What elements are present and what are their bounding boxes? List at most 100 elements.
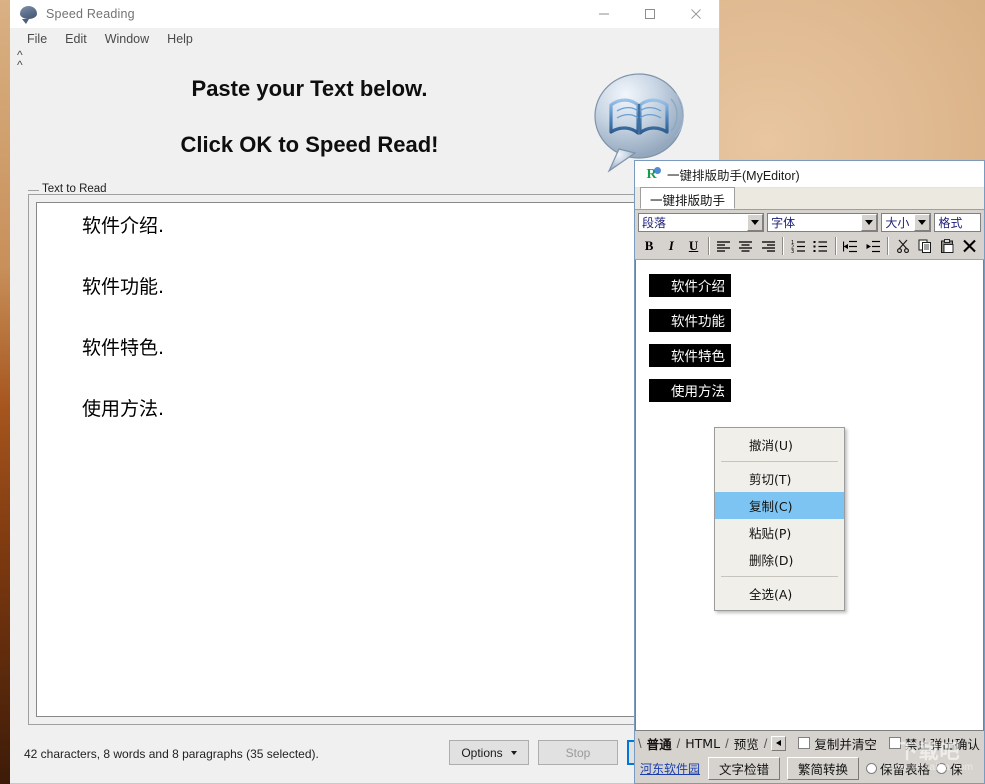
tab-yijian-paiban[interactable]: 一键排版助手 (640, 187, 736, 209)
sheet-tab-row: \ 普通 / HTML / 预览 / 复制并清空 禁止弹出确认 (638, 733, 981, 753)
myeditor-titlebar: R 一键排版助手(MyEditor) (635, 161, 984, 188)
paragraph-select-value: 段落 (642, 216, 667, 230)
text-line: 软件功能. (82, 276, 165, 298)
toolbar-row-combos: 段落 字体 大小 格式 (638, 213, 981, 232)
sheet-tab-normal[interactable]: 普通 (642, 734, 677, 753)
context-menu-item-undo[interactable]: 撤消(U) (715, 431, 844, 458)
traditional-simplified-convert-button[interactable]: 繁简转换 (787, 757, 860, 780)
maximize-icon[interactable] (627, 0, 673, 28)
myeditor-bottom-panel: \ 普通 / HTML / 预览 / 复制并清空 禁止弹出确认 河东软件园 文字… (635, 731, 984, 783)
align-left-icon[interactable] (713, 236, 735, 257)
text-line: 软件介绍. (82, 215, 165, 237)
radio-keep-table[interactable]: 保留表格 (866, 759, 930, 778)
tab-scroll-left-button[interactable] (771, 735, 787, 751)
chevron-down-icon (510, 750, 517, 755)
checkbox-disable-confirm[interactable]: 禁止弹出确认 (888, 734, 980, 753)
context-menu-item-paste[interactable]: 粘贴(P) (715, 519, 844, 546)
sheet-tab-preview[interactable]: 预览 (729, 734, 764, 753)
text-check-button[interactable]: 文字检错 (708, 757, 781, 780)
speech-bubble-icon (20, 6, 38, 22)
minimize-icon[interactable] (581, 0, 627, 28)
context-menu-item-cut[interactable]: 剪切(T) (715, 465, 844, 492)
checkbox-copy-and-clear[interactable]: 复制并清空 (798, 734, 877, 753)
underline-button[interactable]: U (682, 236, 704, 257)
context-menu-item-copy[interactable]: 复制(C) (715, 492, 844, 519)
text-line: 使用方法. (82, 398, 165, 420)
toolbar-divider (782, 237, 785, 255)
toolbar-divider (707, 237, 710, 255)
font-select[interactable]: 字体 (767, 213, 879, 232)
window-controls (581, 0, 719, 28)
chevron-down-icon (914, 214, 931, 231)
radio-keep-second[interactable]: 保 (936, 759, 963, 778)
checkbox-label: 禁止弹出确认 (904, 736, 980, 752)
size-select[interactable]: 大小 (881, 213, 932, 232)
radio-label: 保留表格 (880, 762, 931, 777)
myeditor-content-area[interactable]: 软件介绍 软件功能 软件特色 使用方法 撤消(U) 剪切(T) 复制(C) 粘贴… (635, 260, 984, 731)
unordered-list-icon[interactable] (810, 236, 832, 257)
checkbox-box (888, 737, 901, 749)
context-menu-item-select-all[interactable]: 全选(A) (715, 580, 844, 607)
selected-text-line: 软件介绍 (649, 274, 731, 297)
selected-text-line: 使用方法 (649, 379, 731, 402)
clipboard-paste-icon[interactable] (937, 236, 959, 257)
instruction-headings: Paste your Text below. Click OK to Speed… (10, 66, 719, 176)
align-right-icon[interactable] (757, 236, 779, 257)
font-select-value: 字体 (771, 216, 796, 230)
myeditor-window: R 一键排版助手(MyEditor) 一键排版助手 段落 字体 大小 格式 B (634, 160, 985, 784)
menu-file[interactable]: File (18, 30, 56, 48)
chevron-down-icon (747, 214, 764, 231)
selected-text-line: 软件功能 (649, 309, 731, 332)
window-title: Speed Reading (46, 7, 135, 21)
menubar: File Edit Window Help (10, 28, 719, 50)
indent-icon[interactable] (862, 236, 884, 257)
toolbar-row-buttons: B I U 123 (638, 235, 981, 257)
radio-label: 保 (950, 762, 963, 777)
format-select[interactable]: 格式 (934, 213, 981, 232)
svg-text:3: 3 (791, 249, 794, 253)
speed-reading-titlebar: Speed Reading (10, 0, 719, 28)
text-to-read-input[interactable]: 软件介绍. 软件功能. 软件特色. 使用方法. (36, 202, 693, 717)
action-row: 河东软件园 文字检错 繁简转换 保留表格 保 (638, 757, 981, 780)
r-logo-icon: R (643, 166, 661, 183)
toolbar-divider (834, 237, 837, 255)
speed-reading-window: Speed Reading File Edit Window Help ^ ^ P… (10, 0, 720, 784)
size-select-value: 大小 (885, 216, 910, 230)
checkbox-label: 复制并清空 (814, 736, 877, 752)
options-button[interactable]: Options (449, 740, 529, 765)
paragraph-select[interactable]: 段落 (638, 213, 765, 232)
hedong-software-link[interactable]: 河东软件园 (640, 760, 700, 777)
context-menu-item-delete[interactable]: 删除(D) (715, 546, 844, 573)
radio-dot (936, 763, 948, 774)
menu-help[interactable]: Help (158, 30, 202, 48)
italic-button[interactable]: I (660, 236, 682, 257)
ribbon-collapse-bar: ^ ^ (10, 49, 719, 71)
chevron-down-icon (861, 214, 878, 231)
copy-icon[interactable] (914, 236, 936, 257)
menu-window[interactable]: Window (96, 30, 158, 48)
group-box: 软件介绍. 软件功能. 软件特色. 使用方法. (28, 190, 701, 725)
status-bar: 42 characters, 8 words and 8 paragraphs … (10, 725, 719, 783)
sheet-tab-html[interactable]: HTML (680, 736, 725, 751)
menu-edit[interactable]: Edit (56, 30, 96, 48)
close-icon[interactable] (673, 0, 719, 28)
stop-button[interactable]: Stop (538, 740, 618, 765)
bold-button[interactable]: B (638, 236, 660, 257)
outdent-icon[interactable] (840, 236, 862, 257)
text-line: 软件特色. (82, 337, 165, 359)
myeditor-tabstrip: 一键排版助手 (635, 187, 984, 210)
radio-dot (866, 763, 878, 774)
selected-text-line: 软件特色 (649, 344, 731, 367)
status-text: 42 characters, 8 words and 8 paragraphs … (24, 747, 319, 761)
context-menu-divider (721, 461, 838, 462)
scissors-icon[interactable] (892, 236, 914, 257)
x-delete-icon[interactable] (959, 236, 981, 257)
align-center-icon[interactable] (735, 236, 757, 257)
myeditor-toolbars: 段落 字体 大小 格式 B I U 1 2 3 (635, 210, 984, 260)
text-to-read-group: Text to Read 软件介绍. 软件功能. 软件特色. 使用方法. (28, 183, 701, 725)
options-label: Options (461, 745, 503, 760)
context-menu: 撤消(U) 剪切(T) 复制(C) 粘贴(P) 删除(D) 全选(A) (714, 427, 845, 611)
toolbar-divider (887, 237, 890, 255)
ordered-list-icon[interactable]: 123 (787, 236, 809, 257)
myeditor-title: 一键排版助手(MyEditor) (667, 168, 800, 183)
